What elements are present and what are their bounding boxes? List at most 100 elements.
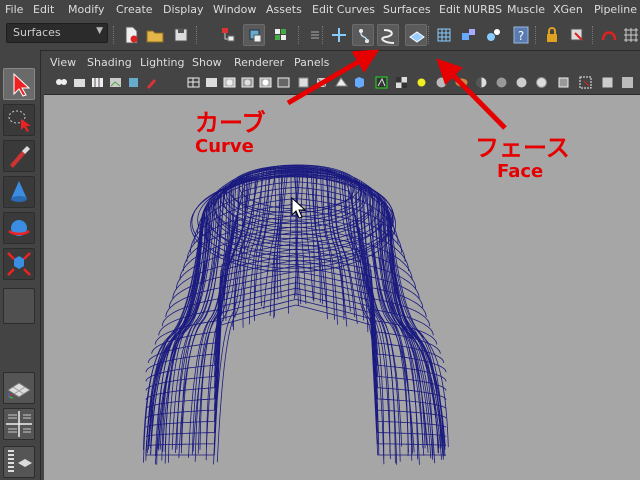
hud-icon[interactable]: [600, 75, 615, 90]
render-select-icon[interactable]: [482, 24, 504, 46]
svg-text:?: ?: [518, 29, 524, 43]
tool-box: [0, 50, 41, 480]
single-perspective-layout-button[interactable]: [3, 372, 35, 404]
textured-icon[interactable]: [240, 75, 255, 90]
resolution-gate-icon[interactable]: [620, 75, 635, 90]
xray-icon[interactable]: [314, 75, 329, 90]
face-label-en: Face: [497, 161, 544, 182]
highlight-icon[interactable]: [374, 75, 389, 90]
grease-pencil-icon[interactable]: [144, 75, 159, 90]
rotate-tool-button[interactable]: [3, 212, 35, 244]
frame-all-icon[interactable]: [578, 75, 593, 90]
menuset-dropdown[interactable]: Surfaces ▼: [6, 23, 108, 43]
paint-brush-icon: [10, 146, 30, 168]
menu-create[interactable]: Create: [116, 3, 153, 16]
xray-active-icon[interactable]: [352, 75, 367, 90]
camera-2d-pan-icon[interactable]: [126, 75, 141, 90]
menu-display[interactable]: Display: [163, 3, 204, 16]
snap-to-curve-icon[interactable]: [598, 24, 620, 46]
lasso-icon: [8, 110, 31, 132]
menu-edit[interactable]: Edit: [33, 3, 54, 16]
isolate-select-icon[interactable]: [334, 75, 349, 90]
select-arrow-icon: [13, 72, 31, 97]
curve-icon[interactable]: [377, 24, 399, 46]
menu-muscle[interactable]: Muscle: [507, 3, 545, 16]
move-cone-icon: [11, 181, 27, 202]
new-scene-icon[interactable]: [120, 24, 142, 46]
anti-alias-icon[interactable]: [534, 75, 549, 90]
bookmarks-icon[interactable]: [90, 75, 105, 90]
toolbar-separator: [298, 26, 301, 44]
panel-toolbar: [44, 72, 640, 95]
wireframe-shading-icon[interactable]: [186, 75, 201, 90]
motion-blur-icon[interactable]: [514, 75, 529, 90]
smooth-shading-icon[interactable]: [204, 75, 219, 90]
select-object-icon[interactable]: [243, 24, 265, 46]
shadow-cube-icon[interactable]: [296, 75, 311, 90]
shadows-icon[interactable]: [276, 75, 291, 90]
light-bulb-icon[interactable]: [414, 75, 429, 90]
panel-menu-panels[interactable]: Panels: [294, 56, 329, 69]
last-tool-slot[interactable]: [3, 288, 35, 324]
mouse-cursor-icon: [291, 197, 307, 219]
menu-xgen[interactable]: XGen: [553, 3, 583, 16]
select-hierarchy-icon[interactable]: [217, 24, 239, 46]
main-menubar: File Edit Modify Create Display Window A…: [0, 0, 640, 21]
half-sphere-icon[interactable]: [474, 75, 489, 90]
select-by-handle-icon[interactable]: [328, 24, 350, 46]
panel-menu-show[interactable]: Show: [192, 56, 222, 69]
menu-modify[interactable]: Modify: [68, 3, 104, 16]
toolbar-separator: [113, 26, 116, 44]
snap-to-grid-icon[interactable]: [620, 24, 640, 46]
curve-label-en: Curve: [195, 136, 254, 157]
open-scene-icon[interactable]: [144, 24, 166, 46]
menu-edit-nurbs[interactable]: Edit NURBS: [439, 3, 502, 16]
select-camera-icon[interactable]: [54, 75, 69, 90]
shaded-sphere-icon[interactable]: [434, 75, 449, 90]
save-scene-icon[interactable]: [170, 24, 192, 46]
menu-pipeline-cache[interactable]: Pipeline C: [594, 3, 640, 16]
ambient-occlusion-icon[interactable]: [494, 75, 509, 90]
panel-menu-renderer[interactable]: Renderer: [234, 56, 284, 69]
select-tool-button[interactable]: [3, 68, 35, 100]
frame-select-icon[interactable]: [556, 75, 571, 90]
panel-menubar: View Shading Lighting Show Renderer Pane…: [44, 54, 640, 72]
camera-attributes-icon[interactable]: [72, 75, 87, 90]
checker-icon[interactable]: [394, 75, 409, 90]
scale-tool-button[interactable]: [3, 248, 35, 280]
image-plane-icon[interactable]: [108, 75, 123, 90]
render-view-icon[interactable]: [454, 75, 469, 90]
panel-menu-view[interactable]: View: [50, 56, 76, 69]
panel-menu-shading[interactable]: Shading: [87, 56, 132, 69]
menu-assets[interactable]: Assets: [266, 3, 302, 16]
help-icon[interactable]: ?: [510, 24, 532, 46]
menu-surfaces[interactable]: Surfaces: [383, 3, 431, 16]
use-all-lights-icon[interactable]: [258, 75, 273, 90]
lasso-tool-button[interactable]: [3, 104, 35, 136]
four-view-layout-button[interactable]: [3, 408, 35, 440]
toolbar-separator: [196, 26, 199, 44]
toolbar-separator: [535, 26, 538, 44]
menu-edit-curves[interactable]: Edit Curves: [312, 3, 375, 16]
panel-menu-lighting[interactable]: Lighting: [140, 56, 184, 69]
toolbar-separator: [592, 26, 595, 44]
menuset-value: Surfaces: [13, 26, 61, 39]
curve-select-mask-icon[interactable]: [352, 24, 374, 46]
deformer-select-icon[interactable]: [433, 24, 455, 46]
lock-icon[interactable]: [541, 24, 563, 46]
paint-select-tool-button[interactable]: [3, 140, 35, 172]
curve-label-jp: カーブ: [195, 109, 266, 137]
dynamics-select-icon[interactable]: [458, 24, 480, 46]
scale-cube-icon: [7, 252, 31, 276]
menu-window[interactable]: Window: [213, 3, 256, 16]
face-label-jp: フェース: [475, 134, 570, 162]
menu-file[interactable]: File: [5, 3, 23, 16]
move-tool-button[interactable]: [3, 176, 35, 208]
rotate-sphere-icon: [8, 220, 30, 236]
highlight-selection-icon[interactable]: [566, 24, 588, 46]
outliner-layout-button[interactable]: [3, 446, 35, 478]
select-component-icon[interactable]: [270, 24, 292, 46]
chevron-down-icon: ▼: [96, 26, 103, 36]
face-icon[interactable]: [405, 24, 427, 46]
wireframe-on-shaded-icon[interactable]: [222, 75, 237, 90]
